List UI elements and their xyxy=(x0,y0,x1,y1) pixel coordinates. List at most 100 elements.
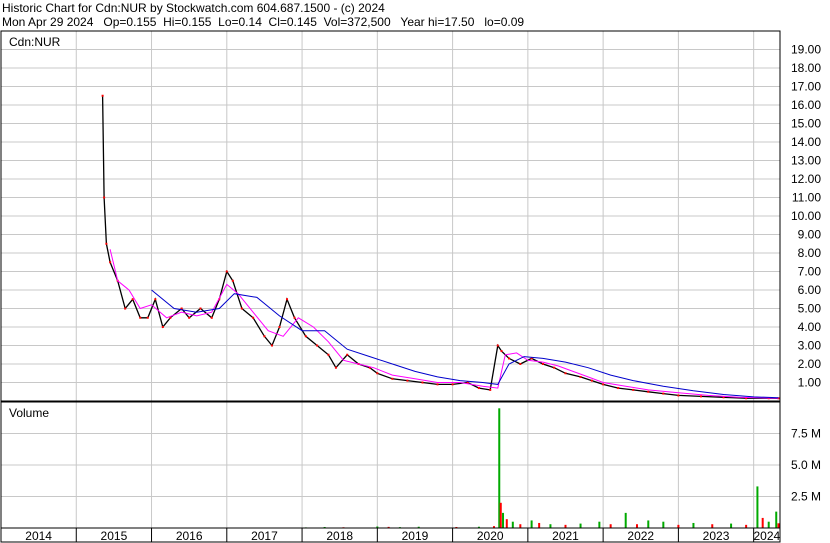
price-point xyxy=(252,316,255,319)
price-tick-label: 13.00 xyxy=(791,154,821,168)
price-point xyxy=(376,372,379,375)
price-point xyxy=(327,353,330,356)
price-point xyxy=(293,316,296,319)
price-point xyxy=(278,326,281,328)
price-point xyxy=(304,335,307,338)
volume-tick-label: 7.5 M xyxy=(791,427,821,441)
price-point xyxy=(146,316,149,319)
price-point xyxy=(199,307,202,310)
price-tick-label: 12.00 xyxy=(791,172,821,186)
price-tick-label: 1.00 xyxy=(798,376,822,390)
price-tick-label: 7.00 xyxy=(798,265,822,279)
price-point xyxy=(489,388,492,391)
volume-bar xyxy=(635,524,638,528)
volume-tick-label: 2.5 M xyxy=(791,490,821,504)
price-tick-label: 6.00 xyxy=(798,283,822,297)
price-point xyxy=(421,381,424,384)
year-tick-label: 2018 xyxy=(326,529,353,543)
price-point xyxy=(188,316,191,319)
year-tick-label: 2015 xyxy=(101,529,128,543)
price-point xyxy=(210,316,213,319)
price-point xyxy=(270,344,273,347)
volume-axis-ticks: 2.5 M 5.0 M 7.5 M xyxy=(791,427,821,504)
volume-bar xyxy=(609,524,612,528)
volume-bar xyxy=(761,517,764,528)
price-point xyxy=(406,379,409,382)
year-tick-label: 2022 xyxy=(627,529,654,543)
price-point xyxy=(109,261,112,264)
year-tick-label: 2024 xyxy=(753,529,780,543)
price-point xyxy=(477,387,480,390)
price-point xyxy=(286,298,289,301)
price-point xyxy=(508,357,511,360)
price-tick-label: 14.00 xyxy=(791,135,821,149)
volume-bar xyxy=(767,521,770,528)
volume-bar xyxy=(530,520,533,528)
price-point xyxy=(316,344,319,347)
volume-bar xyxy=(502,512,505,528)
year-tick-label: 2023 xyxy=(703,529,730,543)
price-tick-label: 4.00 xyxy=(798,320,822,334)
year-tick-label: 2017 xyxy=(251,529,278,543)
volume-bar xyxy=(598,521,601,528)
volume-bar xyxy=(777,523,780,528)
price-point xyxy=(231,279,234,282)
price-point xyxy=(500,350,503,353)
price-point xyxy=(564,372,567,375)
price-grid xyxy=(1,31,780,401)
volume-bar xyxy=(662,521,665,528)
year-tick-label: 2014 xyxy=(25,529,52,543)
volume-bar xyxy=(624,512,627,528)
price-point xyxy=(496,344,499,347)
price-point xyxy=(647,390,650,393)
stock-chart: Cdn:NUR Volume 1.00 2.00 3.00 4.00 5.00 6.00 7… xyxy=(0,30,822,543)
price-point xyxy=(662,392,665,395)
volume-grid xyxy=(1,402,780,528)
volume-bar xyxy=(499,502,502,528)
price-point xyxy=(699,395,702,398)
volume-bars xyxy=(304,408,780,529)
price-series-line-2 xyxy=(151,289,779,399)
price-point xyxy=(451,383,454,386)
volume-bar xyxy=(505,519,508,528)
price-tick-label: 18.00 xyxy=(791,61,821,75)
price-point xyxy=(346,353,349,356)
price-tick-label: 11.00 xyxy=(792,191,821,205)
volume-bar xyxy=(519,524,522,528)
volume-bar xyxy=(692,522,695,528)
price-point xyxy=(240,307,243,310)
price-point xyxy=(225,270,228,273)
price-tick-label: 9.00 xyxy=(798,228,822,242)
price-point xyxy=(553,366,556,369)
volume-bar xyxy=(549,524,552,528)
volume-bar xyxy=(730,523,733,528)
price-series xyxy=(101,94,780,400)
price-point xyxy=(436,383,439,386)
price-point xyxy=(154,298,157,301)
volume-bar xyxy=(511,521,514,528)
price-tick-label: 19.00 xyxy=(791,43,821,57)
volume-bar xyxy=(647,520,650,528)
price-tick-label: 15.00 xyxy=(791,117,821,131)
price-series-line-0 xyxy=(101,95,779,399)
price-tick-label: 10.00 xyxy=(791,209,821,223)
price-point xyxy=(101,94,104,97)
volume-bar xyxy=(775,511,778,528)
price-point xyxy=(124,307,127,310)
year-tick-label: 2021 xyxy=(552,529,579,543)
price-point xyxy=(602,383,605,386)
price-point xyxy=(579,375,582,378)
price-point xyxy=(139,316,142,319)
price-point xyxy=(519,363,522,365)
price-point xyxy=(131,298,134,301)
price-point xyxy=(677,394,680,397)
price-point xyxy=(541,363,544,365)
price-tick-label: 8.00 xyxy=(798,246,822,260)
price-tick-label: 3.00 xyxy=(798,339,822,353)
price-point xyxy=(617,387,620,390)
year-tick-label: 2020 xyxy=(477,529,504,543)
price-tick-label: 5.00 xyxy=(798,302,822,316)
price-tick-label: 16.00 xyxy=(791,98,821,112)
price-panel-title: Cdn:NUR xyxy=(9,35,61,49)
price-point xyxy=(105,242,108,245)
